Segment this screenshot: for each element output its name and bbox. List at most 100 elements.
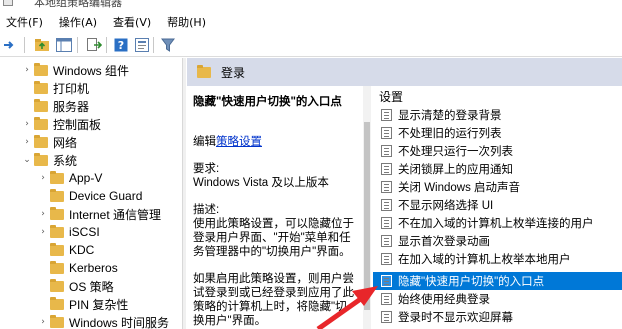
setting-row[interactable]: 登录时不显示欢迎屏幕 (373, 308, 622, 326)
setting-row[interactable]: 不处理旧的运行列表 (373, 124, 622, 142)
policy-setting-icon (381, 293, 392, 305)
policy-title: 隐藏"快速用户切换"的入口点 (193, 96, 342, 108)
setting-row[interactable]: 显示首次登录动画 (373, 232, 622, 250)
help-icon[interactable]: ? (112, 36, 130, 54)
policy-setting-icon (381, 311, 392, 323)
setting-label: 关闭 Windows 启动声音 (398, 182, 521, 194)
edit-policy-link[interactable]: 策略设置 (216, 136, 262, 148)
tree-item-iscsi[interactable]: › iSCSI (38, 223, 100, 241)
expand-chevron-icon[interactable]: › (38, 169, 48, 187)
description-label: 描述: (193, 204, 220, 216)
description-text: 使用此策略设置，可以隐藏位于登录用户界面、"开始"菜单和任务管理器中的"切换用户… (193, 218, 354, 258)
policy-setting-icon (381, 253, 392, 265)
policy-setting-icon (381, 181, 392, 193)
expand-chevron-icon (22, 79, 32, 97)
forward-icon[interactable] (0, 36, 18, 54)
setting-row-selected[interactable]: 隐藏"快速用户切换"的入口点 (373, 272, 622, 290)
tree-item-app-v[interactable]: › App-V (38, 169, 102, 187)
settings-column-header[interactable]: 设置 (379, 88, 403, 105)
setting-label: 显示清楚的登录背景 (398, 110, 502, 122)
show-hide-tree-icon[interactable] (55, 36, 73, 54)
setting-row[interactable]: 不处理只运行一次列表 (373, 142, 622, 160)
tree-item-windows-components[interactable]: › Windows 组件 (22, 61, 129, 79)
setting-row[interactable]: 显示清楚的登录背景 (373, 106, 622, 124)
policy-setting-icon (381, 145, 392, 157)
tree-item-pin-complexity[interactable]: PIN 复杂性 (38, 295, 128, 313)
tree-item-label: 网络 (53, 135, 78, 150)
policy-setting-icon (381, 235, 392, 247)
expand-chevron-icon[interactable]: › (38, 223, 48, 241)
tree-item-server[interactable]: 服务器 (22, 97, 89, 115)
expand-chevron-icon[interactable]: › (22, 133, 32, 151)
filter-icon[interactable] (159, 36, 177, 54)
expand-chevron-icon (38, 277, 48, 295)
expand-chevron-icon[interactable]: › (38, 313, 48, 329)
tree-item-system[interactable]: ⌄ 系统 (22, 151, 77, 169)
folder-icon (50, 224, 64, 238)
tree-item-network[interactable]: › 网络 (22, 133, 77, 151)
pane-splitter[interactable] (182, 58, 186, 329)
tree-item-label: Windows 时间服务 (69, 315, 170, 329)
setting-label: 显示首次登录动画 (398, 236, 490, 248)
toolbar-separator (24, 37, 25, 53)
setting-row[interactable]: 不显示网络选择 UI (373, 196, 622, 214)
toolbar: ? (0, 33, 622, 57)
tree-item-control-panel[interactable]: › 控制面板 (22, 115, 101, 133)
setting-label: 隐藏"快速用户切换"的入口点 (398, 276, 545, 288)
tree-item-kerberos[interactable]: Kerberos (38, 259, 118, 277)
menu-help[interactable]: 帮助(H) (159, 14, 214, 30)
settings-list[interactable]: 设置 显示清楚的登录背景 不处理旧的运行列表 不处理只运行一次列表 关闭锁屏上的… (371, 86, 622, 329)
toolbar-separator (77, 37, 78, 53)
tree-item-label: Internet 通信管理 (69, 207, 162, 222)
policy-setting-icon (381, 109, 392, 121)
svg-text:?: ? (118, 39, 124, 52)
properties-icon[interactable] (133, 36, 151, 54)
menu-action[interactable]: 操作(A) (51, 14, 105, 30)
setting-row[interactable]: 始终使用经典登录 (373, 290, 622, 308)
folder-icon (50, 278, 64, 292)
setting-label: 不显示网络选择 UI (398, 200, 494, 212)
tree-item-label: PIN 复杂性 (69, 297, 129, 312)
expand-chevron-icon[interactable]: › (38, 205, 48, 223)
tree-item-windows-time[interactable]: › Windows 时间服务 (38, 313, 169, 329)
tree-item-printers[interactable]: 打印机 (22, 79, 89, 97)
expand-chevron-icon (38, 259, 48, 277)
policy-setting-icon (381, 199, 392, 211)
export-list-icon[interactable] (85, 36, 103, 54)
folder-icon (50, 170, 64, 184)
folder-icon (50, 296, 64, 310)
expand-chevron-icon (38, 187, 48, 205)
tree-item-label: Windows 组件 (53, 63, 130, 78)
tree-item-internet-comm[interactable]: › Internet 通信管理 (38, 205, 161, 223)
description-scrollbar[interactable] (363, 86, 371, 329)
requirements-label: 要求: (193, 163, 220, 175)
folder-icon (50, 314, 64, 328)
setting-row[interactable]: 不在加入域的计算机上枚举连接的用户 (373, 214, 622, 232)
policy-setting-icon (381, 275, 392, 287)
folder-icon (50, 260, 64, 274)
expand-chevron-icon[interactable]: › (22, 61, 32, 79)
edit-prefix: 编辑 (193, 136, 216, 148)
up-folder-icon[interactable] (33, 36, 51, 54)
menu-file[interactable]: 文件(F) (0, 14, 51, 30)
enabled-text: 如果启用此策略设置，则用户尝试登录到或已经登录到应用了此策略的计算机上时，将隐藏… (193, 273, 354, 327)
description-panel: 隐藏"快速用户切换"的入口点 编辑策略设置 要求: Windows Vista … (187, 86, 363, 329)
tree-item-device-guard[interactable]: Device Guard (38, 187, 142, 205)
expand-chevron-icon[interactable]: › (22, 115, 32, 133)
collapse-chevron-icon[interactable]: ⌄ (22, 151, 32, 169)
menu-view[interactable]: 查看(V) (105, 14, 159, 30)
scrollbar-thumb[interactable] (364, 122, 370, 310)
setting-row[interactable]: 关闭锁屏上的应用通知 (373, 160, 622, 178)
setting-label: 关闭锁屏上的应用通知 (398, 164, 513, 176)
setting-row[interactable]: 关闭 Windows 启动声音 (373, 178, 622, 196)
tree-pane[interactable]: › Windows 组件 打印机 服务器 › 控制面板 › 网络 ⌄ 系统 › … (0, 58, 182, 329)
toolbar-separator (106, 37, 107, 53)
folder-icon (197, 64, 211, 78)
tree-item-kdc[interactable]: KDC (38, 241, 94, 259)
tree-item-label: 系统 (53, 153, 78, 168)
tree-item-label: OS 策略 (69, 279, 114, 294)
folder-icon (34, 62, 48, 76)
tree-item-os-policy[interactable]: OS 策略 (38, 277, 114, 295)
setting-row[interactable]: 在加入域的计算机上枚举本地用户 (373, 250, 622, 268)
folder-icon (50, 188, 64, 202)
